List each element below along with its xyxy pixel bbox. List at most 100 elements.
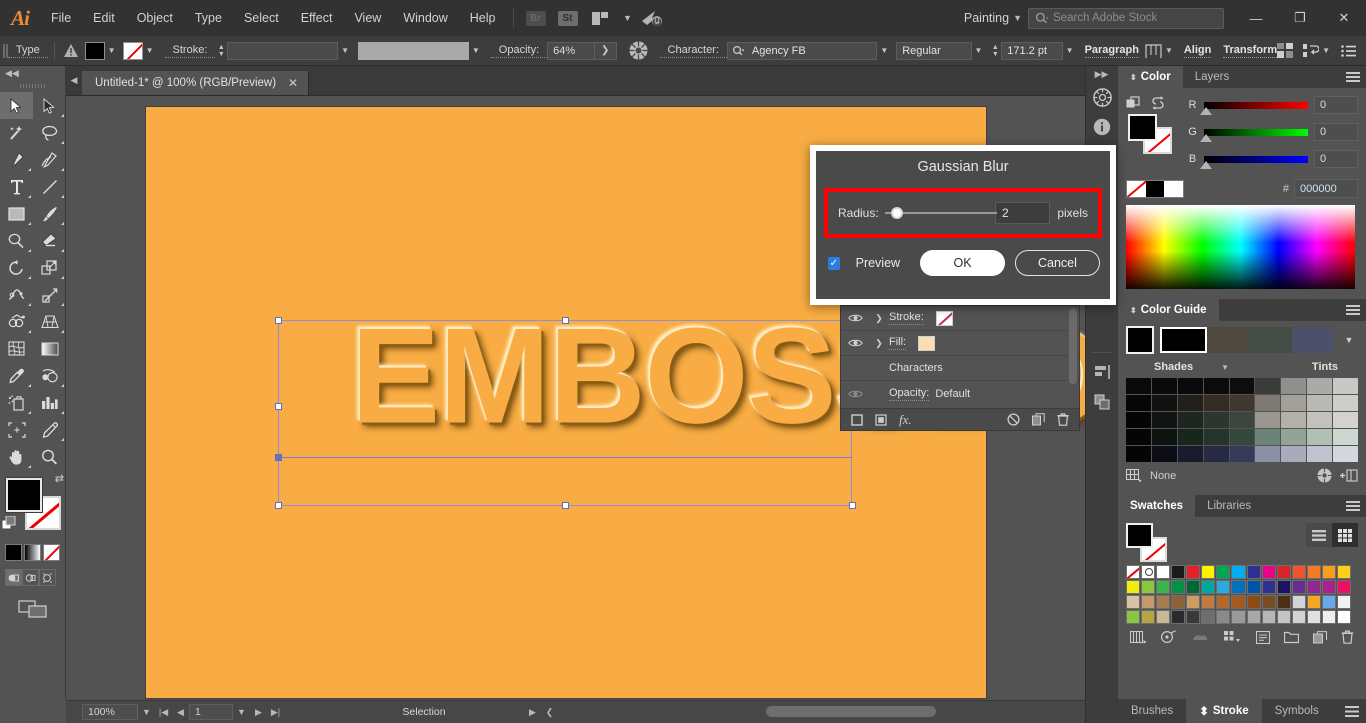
- stroke-weight-chevron-icon[interactable]: ▼: [338, 42, 352, 60]
- font-size-chevron-icon[interactable]: ▼: [1063, 42, 1077, 60]
- hex-value-field[interactable]: 000000: [1294, 179, 1358, 198]
- swatch-cell-2-9[interactable]: [1262, 595, 1276, 609]
- text-anchor-point[interactable]: [275, 454, 282, 461]
- last-artboard-button[interactable]: ▶|: [267, 707, 284, 718]
- tab-brushes[interactable]: Brushes: [1118, 699, 1186, 723]
- color-spectrum-bar[interactable]: [1126, 205, 1355, 289]
- swatch-cell-1-14[interactable]: [1337, 580, 1351, 594]
- swatch-cell-0-10[interactable]: [1277, 565, 1291, 579]
- slider-track-r[interactable]: [1204, 102, 1308, 109]
- slider-track-b[interactable]: [1204, 156, 1308, 163]
- color-guide-cell-0-4[interactable]: [1230, 378, 1255, 394]
- swatch-cell-0-13[interactable]: [1322, 565, 1336, 579]
- swatch-cell-0-0[interactable]: [1126, 565, 1140, 579]
- swatch-kinds-icon[interactable]: [1190, 631, 1210, 643]
- blend-tool[interactable]: [33, 362, 66, 389]
- stroke-color-swatch[interactable]: [123, 42, 143, 60]
- swatch-cell-3-0[interactable]: [1126, 610, 1140, 624]
- color-guide-cell-3-2[interactable]: [1178, 429, 1203, 445]
- menu-select[interactable]: Select: [233, 0, 290, 36]
- align-options-icon[interactable]: [1303, 44, 1319, 58]
- shape-builder-tool[interactable]: [0, 308, 33, 335]
- color-fill-indicator[interactable]: [1128, 114, 1157, 141]
- add-new-effect-icon[interactable]: fx.: [899, 412, 912, 428]
- color-guide-cell-1-4[interactable]: [1230, 395, 1255, 411]
- close-button[interactable]: ✕: [1322, 3, 1366, 33]
- font-family-field[interactable]: Agency FB: [727, 42, 877, 60]
- swatches-grid[interactable]: [1126, 565, 1351, 624]
- color-guide-cell-2-8[interactable]: [1333, 412, 1358, 428]
- appearance-row-characters[interactable]: Characters: [841, 356, 1079, 381]
- color-guide-cell-3-3[interactable]: [1204, 429, 1229, 445]
- color-guide-cell-1-8[interactable]: [1333, 395, 1358, 411]
- appearance-opacity-label[interactable]: Opacity:: [889, 387, 929, 401]
- swap-fill-stroke-icon[interactable]: ⇄: [55, 472, 64, 485]
- swatch-cell-3-10[interactable]: [1277, 610, 1291, 624]
- align-panel-icon[interactable]: [1086, 357, 1118, 387]
- swatch-cell-2-5[interactable]: [1201, 595, 1215, 609]
- color-wheel-icon[interactable]: [1086, 82, 1118, 112]
- color-guide-cell-1-6[interactable]: [1281, 395, 1306, 411]
- swatches-panel-menu-icon[interactable]: [1346, 501, 1360, 512]
- mesh-tool[interactable]: [0, 335, 33, 362]
- swatch-cell-2-0[interactable]: [1126, 595, 1140, 609]
- swatch-cell-2-8[interactable]: [1247, 595, 1261, 609]
- color-guide-cell-1-2[interactable]: [1178, 395, 1203, 411]
- radius-value-field[interactable]: 2: [995, 202, 1050, 224]
- list-view-button[interactable]: [1306, 523, 1332, 547]
- add-new-fill-icon[interactable]: [875, 414, 887, 426]
- slice-tool[interactable]: [33, 416, 66, 443]
- swatch-cell-3-8[interactable]: [1247, 610, 1261, 624]
- perspective-grid-tool[interactable]: [33, 308, 66, 335]
- appearance-row-fill[interactable]: ❯ Fill:: [841, 331, 1079, 356]
- color-guide-cell-4-7[interactable]: [1307, 446, 1332, 462]
- swatch-cell-3-1[interactable]: [1141, 610, 1155, 624]
- color-guide-cell-1-7[interactable]: [1307, 395, 1332, 411]
- menu-type[interactable]: Type: [184, 0, 233, 36]
- opacity-field[interactable]: 64%: [547, 42, 595, 60]
- swatch-cell-2-3[interactable]: [1171, 595, 1185, 609]
- minimize-button[interactable]: —: [1234, 3, 1278, 33]
- color-panel-menu-icon[interactable]: [1346, 72, 1360, 83]
- expand-triangle-icon[interactable]: ❯: [869, 338, 889, 349]
- swatch-cell-2-2[interactable]: [1156, 595, 1170, 609]
- column-graph-tool[interactable]: [33, 389, 66, 416]
- swatch-cell-0-1[interactable]: [1141, 565, 1155, 579]
- workspace-switcher[interactable]: Painting ▼: [954, 11, 1028, 25]
- swatch-cell-1-6[interactable]: [1216, 580, 1230, 594]
- close-icon[interactable]: ✕: [288, 76, 298, 90]
- dock-collapse-icon[interactable]: ▶▶: [1086, 66, 1117, 82]
- gradient-button[interactable]: [24, 544, 41, 561]
- color-guide-cell-0-8[interactable]: [1333, 378, 1358, 394]
- swatch-cell-3-3[interactable]: [1171, 610, 1185, 624]
- hand-tool[interactable]: [0, 443, 33, 470]
- swatch-cell-3-2[interactable]: [1156, 610, 1170, 624]
- expand-triangle-icon[interactable]: ❯: [869, 313, 889, 324]
- gradient-tool[interactable]: [33, 335, 66, 362]
- swatch-cell-3-9[interactable]: [1262, 610, 1276, 624]
- color-guide-menu-icon[interactable]: [1346, 305, 1360, 316]
- zoom-chevron-icon[interactable]: ▼: [138, 707, 155, 717]
- swatch-cell-1-3[interactable]: [1171, 580, 1185, 594]
- color-guide-cell-3-1[interactable]: [1152, 429, 1177, 445]
- swatch-cell-2-7[interactable]: [1231, 595, 1245, 609]
- handle-top-left[interactable]: [275, 317, 282, 324]
- swatch-libraries-menu-icon[interactable]: [1130, 631, 1147, 644]
- document-tab[interactable]: Untitled-1* @ 100% (RGB/Preview) ✕: [82, 71, 309, 95]
- toolbar-grip[interactable]: [0, 80, 65, 92]
- opacity-flyout-button[interactable]: ❯: [595, 42, 617, 60]
- menu-help[interactable]: Help: [459, 0, 507, 36]
- arrange-objects-icon[interactable]: [1277, 43, 1293, 58]
- free-transform-tool[interactable]: [33, 281, 66, 308]
- stock-icon[interactable]: St: [554, 6, 582, 30]
- pen-tool[interactable]: [0, 146, 33, 173]
- tab-color-guide[interactable]: ⬍ Color Guide: [1118, 299, 1219, 321]
- next-artboard-button[interactable]: ▶: [250, 707, 267, 718]
- handle-bottom-right[interactable]: [849, 502, 856, 509]
- swap-colors-icon[interactable]: [1151, 96, 1165, 110]
- swatch-cell-3-5[interactable]: [1201, 610, 1215, 624]
- color-guide-cell-0-6[interactable]: [1281, 378, 1306, 394]
- paragraph-chevron-icon[interactable]: ▼: [1162, 42, 1176, 60]
- color-guide-cell-4-5[interactable]: [1255, 446, 1280, 462]
- type-tool[interactable]: [0, 173, 33, 200]
